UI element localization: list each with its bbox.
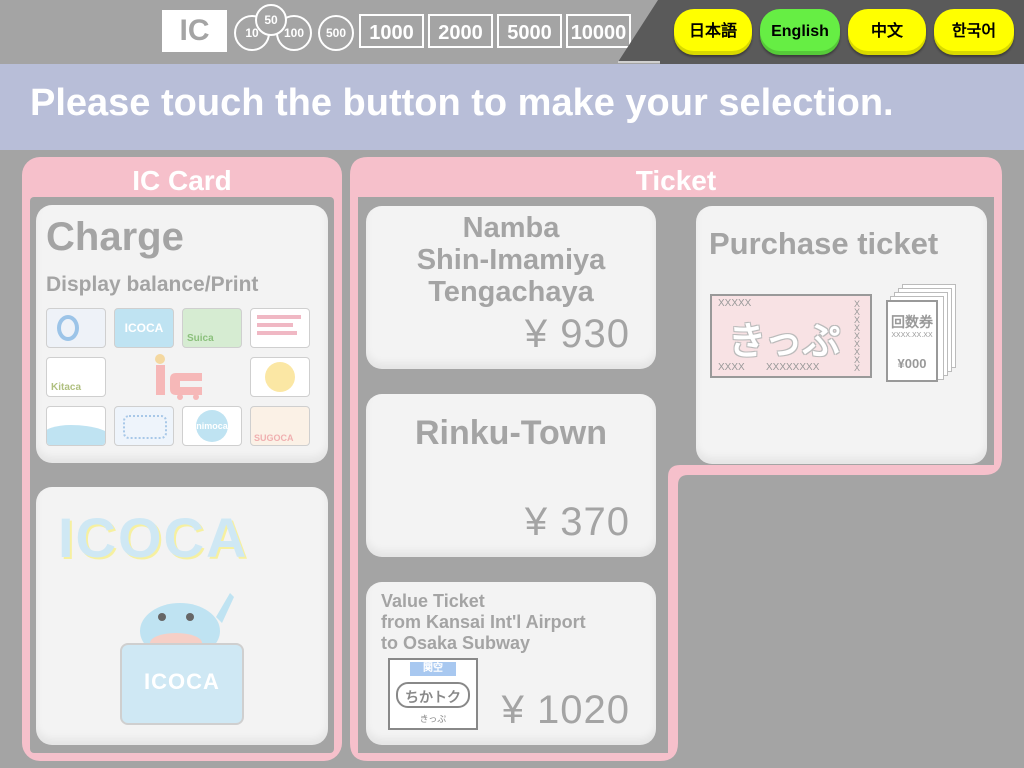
note-5000: 5000 <box>497 14 562 48</box>
card-icoca-icon: ICOCA <box>114 308 174 348</box>
card-sugoca-icon: SUGOCA <box>250 406 310 446</box>
charge-subtitle: Display balance/Print <box>46 273 259 296</box>
coin-50: 50 <box>255 4 287 36</box>
card-toica-icon <box>46 406 106 446</box>
note-1000: 1000 <box>359 14 424 48</box>
ticket-namba-button[interactable]: Namba Shin-Imamiya Tengachaya ¥ 930 <box>366 206 656 369</box>
ic-card-title: IC Card <box>132 165 232 196</box>
chikatoku-ticket-icon: 関空 ちかトク きっぷ <box>388 658 478 730</box>
value-line-2: from Kansai Int'l Airport <box>381 612 586 632</box>
card-hayakaken-icon <box>114 406 174 446</box>
value-line-1: Value Ticket <box>381 591 485 611</box>
icoca-logo: ICOCA <box>58 506 249 569</box>
value-price: ¥ 1020 <box>501 688 630 732</box>
language-selector: 日本語 English 中文 한국어 <box>660 0 1024 64</box>
lang-korean-button[interactable]: 한국어 <box>934 9 1014 55</box>
ic-logo-icon <box>155 354 202 400</box>
kippu-ticket-icon: XXXXX きっぷ XXXX XXXXXXXX XXXXXXXXX <box>710 294 872 378</box>
accepted-payment-bar: IC 10 100 50 500 1000 2000 5000 10000 <box>0 0 662 63</box>
lang-japanese-button[interactable]: 日本語 <box>674 9 752 55</box>
lang-english-button[interactable]: English <box>760 9 840 55</box>
namba-dest-1: Namba <box>462 212 560 244</box>
lang-chinese-button[interactable]: 中文 <box>848 9 926 55</box>
icoca-card-image: ICOCA <box>120 643 244 725</box>
card-kitaca-icon: Kitaca <box>46 357 106 397</box>
card-manaca-icon <box>250 357 310 397</box>
rinku-dest: Rinku-Town <box>415 414 607 452</box>
card-pasmo-icon <box>250 308 310 348</box>
namba-dest-2: Shin-Imamiya <box>416 244 606 276</box>
namba-price: ¥ 930 <box>524 312 630 356</box>
value-line-3: to Osaka Subway <box>381 633 531 653</box>
namba-dest-3: Tengachaya <box>428 276 594 308</box>
instruction-text: Please touch the button to make your sel… <box>30 82 894 124</box>
charge-button[interactable]: Charge Display balance/Print ICOCA Suica… <box>36 205 328 463</box>
purchase-title: Purchase ticket <box>709 226 939 261</box>
card-nimoca-icon: nimoca <box>182 406 242 446</box>
instruction-banner: Please touch the button to make your sel… <box>0 64 1024 150</box>
charge-title: Charge <box>46 215 184 259</box>
card-suica-icon: Suica <box>182 308 242 348</box>
ic-card-section: IC Card Charge Display balance/Print ICO… <box>22 157 342 761</box>
ticket-rinku-button[interactable]: Rinku-Town ¥ 370 <box>366 394 656 557</box>
note-2000: 2000 <box>428 14 493 48</box>
topbar-edge <box>618 0 662 63</box>
ic-accepted-indicator: IC <box>162 10 227 52</box>
coin-500: 500 <box>318 15 354 51</box>
coupon-ticket-icon: 回数券 XXXX.XX.XX ¥000 <box>886 300 938 382</box>
purchase-ticket-button[interactable]: Purchase ticket XXXXX きっぷ XXXX XXXXXXXX … <box>696 206 987 464</box>
ticket-value-button[interactable]: Value Ticket from Kansai Int'l Airport t… <box>366 582 656 745</box>
rinku-price: ¥ 370 <box>524 500 630 544</box>
icoca-purchase-button[interactable]: ICOCA ICOCA <box>36 487 328 745</box>
ticket-title: Ticket <box>635 165 717 196</box>
card-pitapa-icon <box>46 308 106 348</box>
